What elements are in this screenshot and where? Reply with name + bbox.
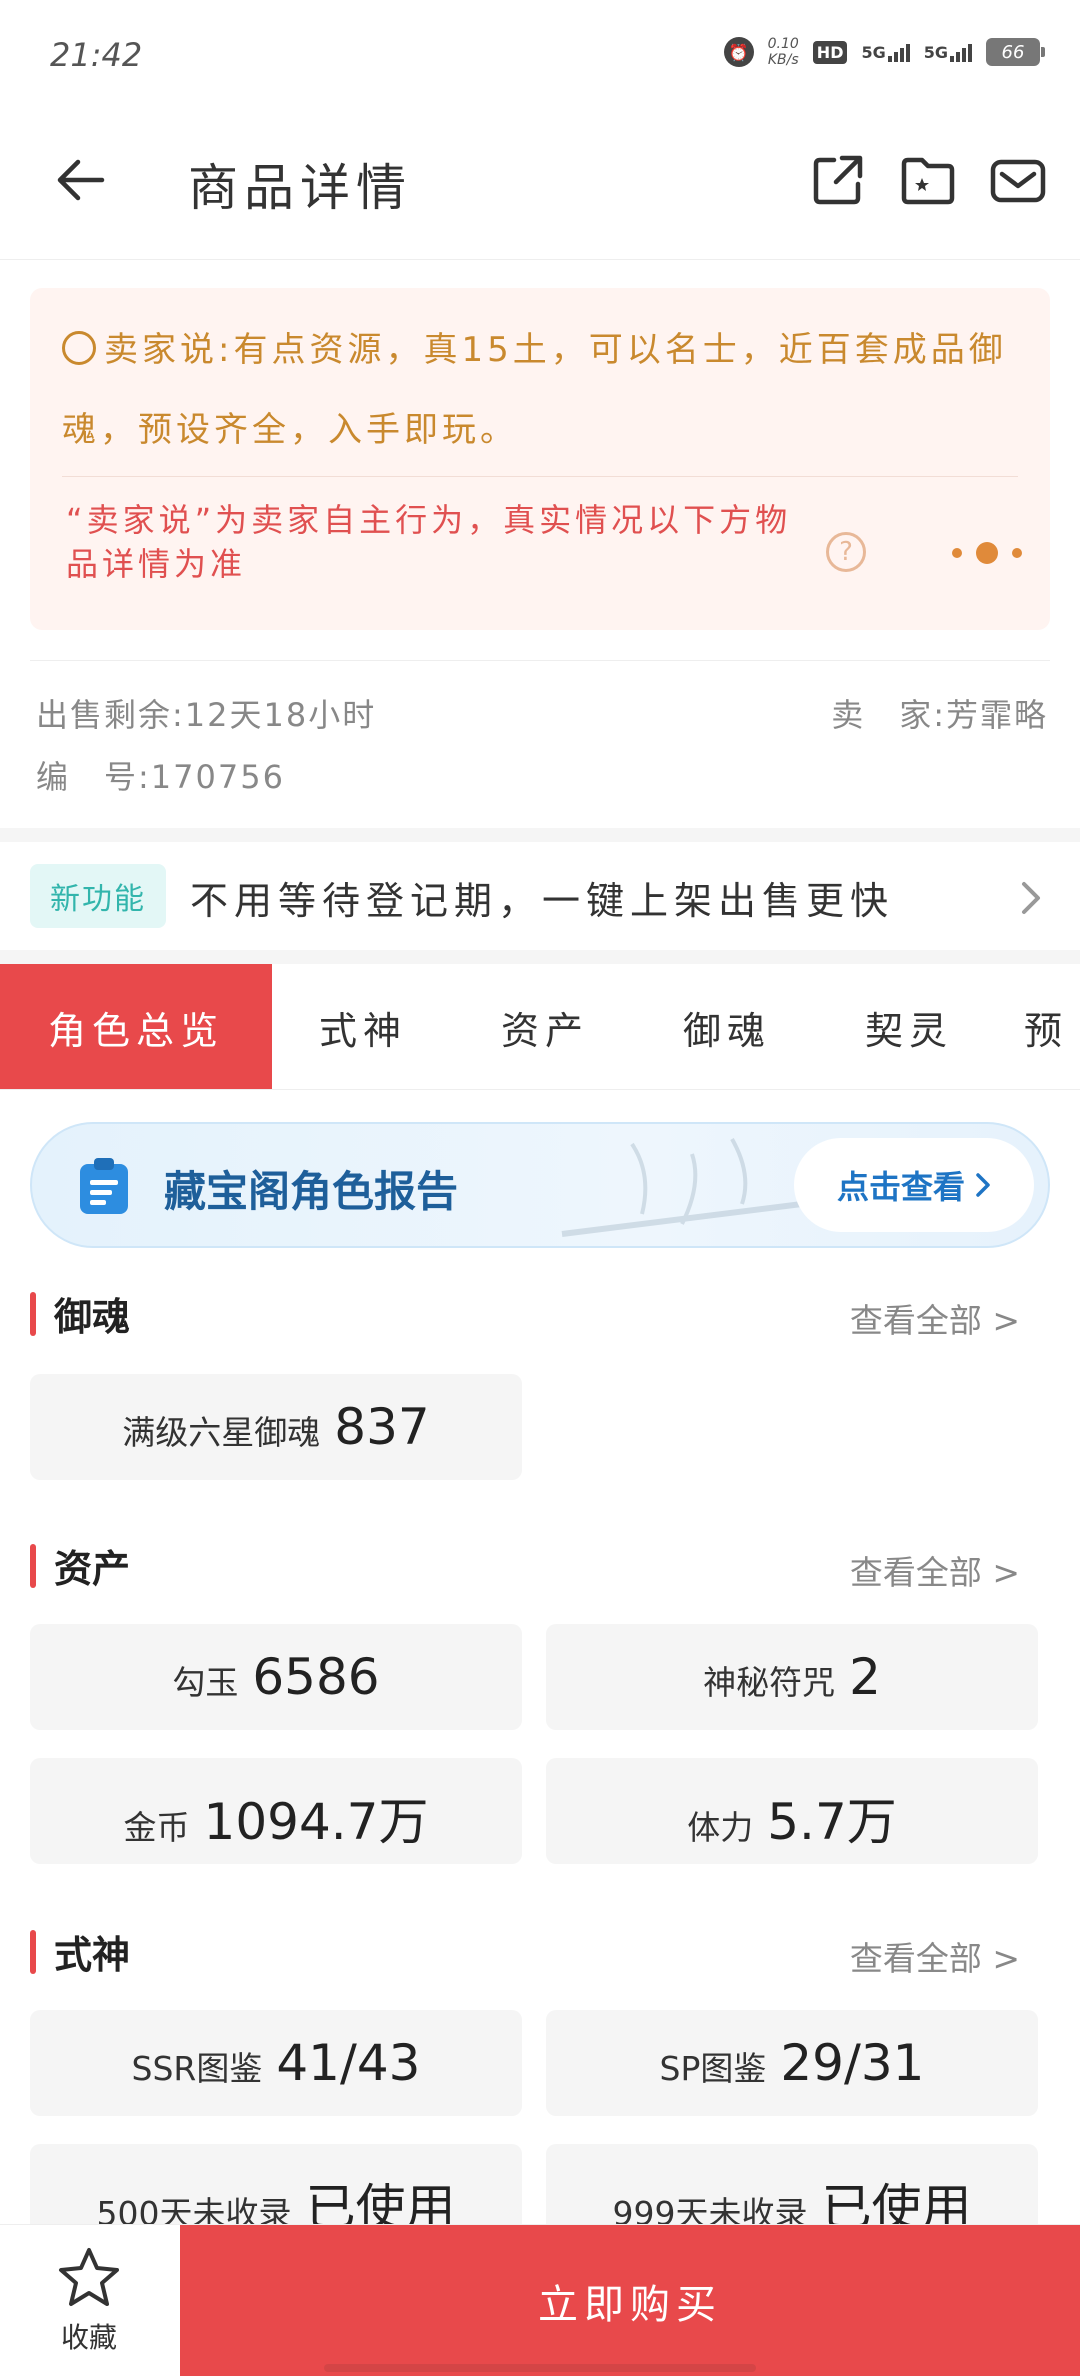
report-title: 藏宝阁角色报告 [164, 1167, 459, 1216]
page-title: 商品详情 [188, 159, 412, 217]
tab-qiling[interactable]: 契灵 [818, 964, 1000, 1089]
section-marker [30, 1292, 36, 1336]
network-speed-unit: KB/s [767, 52, 799, 68]
stat-label: 金币 [123, 1808, 190, 1847]
favorite-button[interactable]: 收藏 [0, 2225, 178, 2376]
status-time: 21:42 [50, 36, 143, 74]
seller-name: 卖 家:芳霏略 [831, 696, 1048, 734]
section-marker [30, 1930, 36, 1974]
category-tabs: 角色总览 式神 资产 御魂 契灵 预 [0, 964, 1080, 1090]
status-bar: 21:42 ⏰ 0.10 KB/s HD 5G 5G 66 [0, 0, 1080, 110]
section-gap [0, 828, 1080, 842]
stat-card: 神秘符咒 2 [546, 1624, 1038, 1730]
status-icons: ⏰ 0.10 KB/s HD 5G 5G 66 [723, 36, 1045, 68]
divider [30, 660, 1050, 661]
message-button[interactable] [988, 150, 1048, 210]
stat-card: 满级六星御魂 837 [30, 1374, 522, 1480]
seller-note-text-block: 卖家说:有点资源，真15土，可以名士，近百套成品御魂，预设齐全，入手即玩。 [62, 310, 1022, 470]
chevron-right-icon [976, 1173, 990, 1197]
home-indicator[interactable] [324, 2364, 756, 2372]
network-speed: 0.10 KB/s [768, 36, 799, 68]
stat-label: 满级六星御魂 [122, 1413, 321, 1452]
stat-card: SP图鉴 29/31 [546, 2010, 1038, 2116]
signal-icon-sim1: 5G [861, 42, 910, 62]
bottom-action-bar: 收藏 立即购买 [0, 2224, 1080, 2376]
share-button[interactable] [808, 150, 868, 210]
back-button[interactable] [52, 150, 112, 210]
view-all-yuhun-link[interactable]: 查看全部 > [850, 1294, 1020, 1342]
folder-star-icon [901, 157, 955, 205]
tab-overview[interactable]: 角色总览 [0, 964, 272, 1089]
share-icon [813, 155, 863, 205]
more-dots-icon[interactable] [952, 538, 1022, 568]
sale-remaining: 出售剩余:12天18小时 [36, 696, 377, 734]
battery-icon: 66 [986, 38, 1045, 66]
tab-yuhun[interactable]: 御魂 [636, 964, 818, 1089]
section-title-assets: 资产 [54, 1547, 131, 1591]
item-serial: 编 号:170756 [36, 758, 285, 796]
stat-value: 41/43 [276, 2034, 421, 2092]
tab-assets[interactable]: 资产 [454, 964, 636, 1089]
tab-preset[interactable]: 预 [1000, 964, 1080, 1089]
new-feature-tag: 新功能 [30, 864, 166, 928]
stat-card: SSR图鉴 41/43 [30, 2010, 522, 2116]
mail-icon [990, 159, 1046, 203]
favorite-label: 收藏 [60, 2321, 117, 2354]
seller-note: 卖家说:有点资源，真15土，可以名士，近百套成品御魂，预设齐全，入手即玩。 “卖… [30, 288, 1050, 630]
chat-face-icon [62, 331, 96, 365]
stat-label: 体力 [687, 1808, 754, 1847]
tab-shikigami[interactable]: 式神 [272, 964, 454, 1089]
section-title-shikigami: 式神 [54, 1933, 131, 1977]
stat-card: 体力 5.7万 [546, 1758, 1038, 1864]
stat-value: 2 [849, 1648, 881, 1706]
network-speed-value: 0.10 [767, 36, 799, 52]
divider [62, 476, 1018, 477]
stat-label: SSR图鉴 [131, 2049, 263, 2088]
header: 商品详情 [0, 120, 1080, 260]
bamboo-decoration [561, 1138, 803, 1237]
star-icon [59, 2248, 119, 2306]
signal-icon-sim2: 5G [924, 43, 972, 62]
stat-value: 29/31 [780, 2034, 925, 2092]
stat-label: SP图鉴 [659, 2049, 767, 2088]
folder-button[interactable] [898, 150, 958, 210]
arrow-left-icon [57, 159, 105, 201]
section-gap [0, 950, 1080, 964]
stat-value: 5.7万 [767, 1793, 897, 1851]
stat-card: 勾玉 6586 [30, 1624, 522, 1730]
seller-disclaimer: “卖家说”为卖家自主行为，真实情况以下方物品详情为准 [66, 501, 792, 583]
view-all-assets-link[interactable]: 查看全部 > [850, 1546, 1020, 1594]
sim2-label: 5G [923, 42, 948, 62]
role-report-banner[interactable]: 藏宝阁角色报告 点击查看 [30, 1122, 1050, 1248]
view-all-shikigami-link[interactable]: 查看全部 > [850, 1932, 1020, 1980]
seller-note-text: 卖家说:有点资源，真15土，可以名士，近百套成品御魂，预设齐全，入手即玩。 [62, 330, 1007, 450]
stat-value: 6586 [252, 1648, 380, 1706]
buy-now-button[interactable]: 立即购买 [180, 2225, 1080, 2376]
section-title-yuhun: 御魂 [54, 1295, 131, 1339]
report-clipboard-icon [80, 1158, 128, 1214]
stat-label: 神秘符咒 [703, 1663, 836, 1702]
hd-icon: HD [812, 40, 848, 64]
help-icon[interactable]: ? [826, 532, 866, 572]
chevron-right-icon [1022, 882, 1040, 914]
new-feature-banner[interactable]: 新功能 不用等待登记期，一键上架出售更快 [0, 842, 1080, 952]
stat-label: 勾玉 [172, 1663, 239, 1702]
stat-value: 837 [334, 1398, 430, 1456]
sim1-label: 5G [861, 42, 886, 62]
section-marker [30, 1544, 36, 1588]
view-report-button[interactable]: 点击查看 [794, 1138, 1034, 1232]
view-report-label: 点击查看 [836, 1168, 965, 1206]
stat-card: 金币 1094.7万 [30, 1758, 522, 1864]
new-feature-text: 不用等待登记期，一键上架出售更快 [190, 879, 895, 923]
stat-value: 1094.7万 [203, 1793, 429, 1851]
alarm-icon: ⏰ [723, 37, 754, 67]
